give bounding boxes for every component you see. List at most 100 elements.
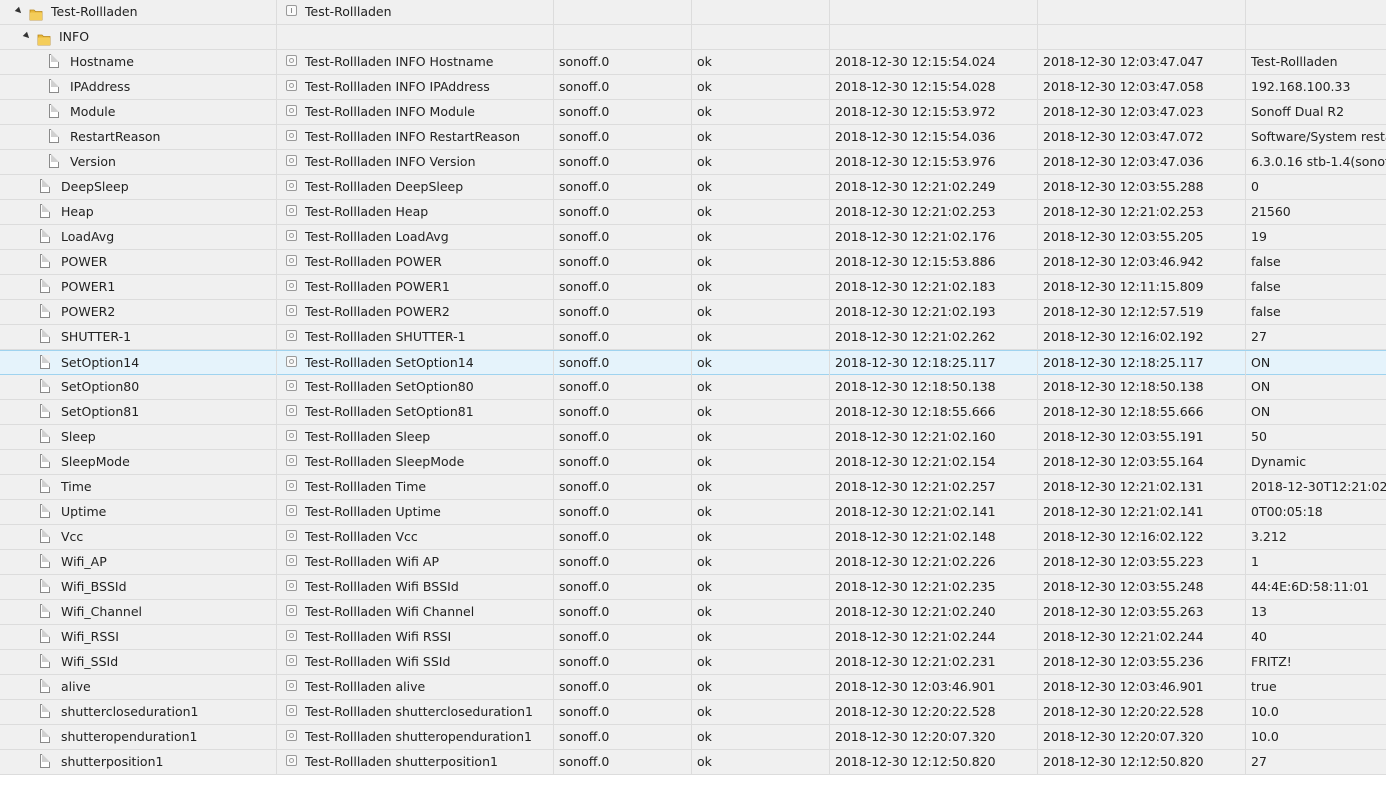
last-change-cell[interactable]: 2018-12-30 12:16:02.122: [1038, 525, 1246, 549]
id-cell[interactable]: RestartReason: [0, 125, 277, 149]
tree-state-row[interactable]: SHUTTER-1 Test-Rollladen SHUTTER-1 sonoff.…: [0, 325, 1386, 350]
name-cell[interactable]: Test-Rollladen shuttercloseduration1: [277, 700, 554, 724]
name-cell[interactable]: Test-Rollladen POWER: [277, 250, 554, 274]
name-cell[interactable]: Test-Rollladen INFO RestartReason: [277, 125, 554, 149]
name-cell[interactable]: Test-Rollladen Wifi BSSId: [277, 575, 554, 599]
last-change-cell[interactable]: 2018-12-30 12:03:47.058: [1038, 75, 1246, 99]
last-change-cell[interactable]: 2018-12-30 12:21:02.253: [1038, 200, 1246, 224]
adapter-cell[interactable]: [554, 25, 692, 49]
last-change-cell[interactable]: 2018-12-30 12:03:55.236: [1038, 650, 1246, 674]
adapter-cell[interactable]: [554, 0, 692, 24]
id-cell[interactable]: Uptime: [0, 500, 277, 524]
tree-state-row[interactable]: RestartReason Test-Rollladen INFO Restart…: [0, 125, 1386, 150]
id-cell[interactable]: Wifi_SSId: [0, 650, 277, 674]
tree-state-row[interactable]: Vcc Test-Rollladen Vcc sonoff.0 ok 2018-12-3…: [0, 525, 1386, 550]
timestamp-cell[interactable]: 2018-12-30 12:21:02.141: [830, 500, 1038, 524]
id-cell[interactable]: alive: [0, 675, 277, 699]
status-cell[interactable]: ok: [692, 225, 830, 249]
adapter-cell[interactable]: sonoff.0: [554, 650, 692, 674]
tree-state-row[interactable]: Time Test-Rollladen Time sonoff.0 ok 2018-12…: [0, 475, 1386, 500]
status-cell[interactable]: ok: [692, 750, 830, 774]
adapter-cell[interactable]: sonoff.0: [554, 75, 692, 99]
status-cell[interactable]: ok: [692, 700, 830, 724]
timestamp-cell[interactable]: [830, 0, 1038, 24]
status-cell[interactable]: ok: [692, 275, 830, 299]
timestamp-cell[interactable]: 2018-12-30 12:21:02.231: [830, 650, 1038, 674]
id-cell[interactable]: POWER1: [0, 275, 277, 299]
adapter-cell[interactable]: sonoff.0: [554, 175, 692, 199]
id-cell[interactable]: shutterposition1: [0, 750, 277, 774]
tree-state-row[interactable]: Wifi_BSSId Test-Rollladen Wifi BSSId sonof…: [0, 575, 1386, 600]
tree-state-row[interactable]: IPAddress Test-Rollladen INFO IPAddress so…: [0, 75, 1386, 100]
last-change-cell[interactable]: 2018-12-30 12:20:22.528: [1038, 700, 1246, 724]
tree-state-row[interactable]: Hostname Test-Rollladen INFO Hostname sono…: [0, 50, 1386, 75]
id-cell[interactable]: Wifi_BSSId: [0, 575, 277, 599]
last-change-cell[interactable]: 2018-12-30 12:03:55.164: [1038, 450, 1246, 474]
adapter-cell[interactable]: sonoff.0: [554, 375, 692, 399]
value-cell[interactable]: 27: [1246, 750, 1386, 774]
adapter-cell[interactable]: sonoff.0: [554, 750, 692, 774]
tree-state-row[interactable]: Version Test-Rollladen INFO Version sonoff…: [0, 150, 1386, 175]
id-cell[interactable]: Sleep: [0, 425, 277, 449]
collapse-toggle-icon[interactable]: [14, 6, 24, 16]
name-cell[interactable]: Test-Rollladen POWER1: [277, 275, 554, 299]
tree-folder-row[interactable]: INFO: [0, 25, 1386, 50]
status-cell[interactable]: ok: [692, 351, 830, 375]
timestamp-cell[interactable]: 2018-12-30 12:21:02.226: [830, 550, 1038, 574]
name-cell[interactable]: Test-Rollladen SetOption14: [277, 351, 554, 375]
last-change-cell[interactable]: 2018-12-30 12:03:55.248: [1038, 575, 1246, 599]
name-cell[interactable]: Test-Rollladen DeepSleep: [277, 175, 554, 199]
name-cell[interactable]: Test-Rollladen SleepMode: [277, 450, 554, 474]
status-cell[interactable]: ok: [692, 425, 830, 449]
adapter-cell[interactable]: sonoff.0: [554, 625, 692, 649]
value-cell[interactable]: 10.0: [1246, 700, 1386, 724]
value-cell[interactable]: 192.168.100.33: [1246, 75, 1386, 99]
timestamp-cell[interactable]: 2018-12-30 12:21:02.253: [830, 200, 1038, 224]
tree-state-row[interactable]: SetOption80 Test-Rollladen SetOption80 son…: [0, 375, 1386, 400]
timestamp-cell[interactable]: 2018-12-30 12:21:02.176: [830, 225, 1038, 249]
timestamp-cell[interactable]: 2018-12-30 12:18:55.666: [830, 400, 1038, 424]
value-cell[interactable]: 50: [1246, 425, 1386, 449]
timestamp-cell[interactable]: 2018-12-30 12:15:53.976: [830, 150, 1038, 174]
adapter-cell[interactable]: sonoff.0: [554, 700, 692, 724]
adapter-cell[interactable]: sonoff.0: [554, 575, 692, 599]
id-cell[interactable]: SetOption14: [0, 351, 277, 375]
status-cell[interactable]: ok: [692, 150, 830, 174]
value-cell[interactable]: 44:4E:6D:58:11:01: [1246, 575, 1386, 599]
value-cell[interactable]: 27: [1246, 325, 1386, 349]
status-cell[interactable]: ok: [692, 300, 830, 324]
timestamp-cell[interactable]: 2018-12-30 12:12:50.820: [830, 750, 1038, 774]
status-cell[interactable]: ok: [692, 100, 830, 124]
tree-state-row[interactable]: shutterposition1 Test-Rollladen shutterpo…: [0, 750, 1386, 775]
last-change-cell[interactable]: 2018-12-30 12:18:55.666: [1038, 400, 1246, 424]
name-cell[interactable]: Test-Rollladen Wifi AP: [277, 550, 554, 574]
adapter-cell[interactable]: sonoff.0: [554, 500, 692, 524]
tree-state-row[interactable]: DeepSleep Test-Rollladen DeepSleep sonoff.…: [0, 175, 1386, 200]
adapter-cell[interactable]: sonoff.0: [554, 475, 692, 499]
timestamp-cell[interactable]: 2018-12-30 12:18:50.138: [830, 375, 1038, 399]
id-cell[interactable]: Hostname: [0, 50, 277, 74]
status-cell[interactable]: ok: [692, 375, 830, 399]
timestamp-cell[interactable]: [830, 25, 1038, 49]
tree-state-row[interactable]: SetOption81 Test-Rollladen SetOption81 son…: [0, 400, 1386, 425]
status-cell[interactable]: ok: [692, 650, 830, 674]
last-change-cell[interactable]: 2018-12-30 12:03:46.942: [1038, 250, 1246, 274]
adapter-cell[interactable]: sonoff.0: [554, 600, 692, 624]
id-cell[interactable]: Vcc: [0, 525, 277, 549]
timestamp-cell[interactable]: 2018-12-30 12:20:07.320: [830, 725, 1038, 749]
value-cell[interactable]: Dynamic: [1246, 450, 1386, 474]
name-cell[interactable]: Test-Rollladen INFO Version: [277, 150, 554, 174]
tree-state-row[interactable]: Module Test-Rollladen INFO Module sonoff.0…: [0, 100, 1386, 125]
status-cell[interactable]: ok: [692, 125, 830, 149]
value-cell[interactable]: true: [1246, 675, 1386, 699]
last-change-cell[interactable]: 2018-12-30 12:03:55.205: [1038, 225, 1246, 249]
last-change-cell[interactable]: 2018-12-30 12:16:02.192: [1038, 325, 1246, 349]
adapter-cell[interactable]: sonoff.0: [554, 550, 692, 574]
value-cell[interactable]: Test-Rollladen: [1246, 50, 1386, 74]
id-cell[interactable]: SetOption80: [0, 375, 277, 399]
id-cell[interactable]: shuttercloseduration1: [0, 700, 277, 724]
status-cell[interactable]: ok: [692, 250, 830, 274]
last-change-cell[interactable]: 2018-12-30 12:03:55.223: [1038, 550, 1246, 574]
status-cell[interactable]: ok: [692, 625, 830, 649]
last-change-cell[interactable]: 2018-12-30 12:21:02.141: [1038, 500, 1246, 524]
